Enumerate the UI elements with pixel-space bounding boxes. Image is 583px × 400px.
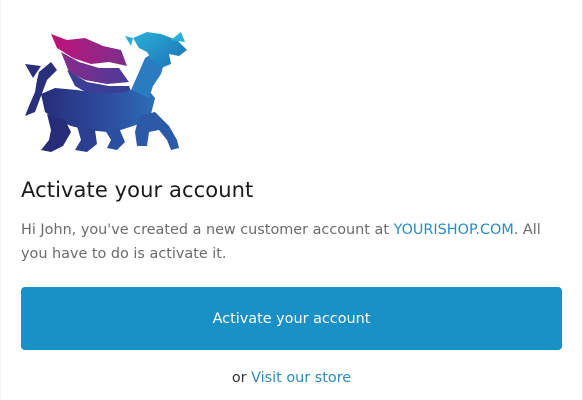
activation-message: Hi John, you've created a new customer a… bbox=[21, 218, 549, 266]
visit-store-link[interactable]: Visit our store bbox=[251, 370, 351, 386]
activate-account-button[interactable]: Activate your account bbox=[21, 287, 562, 350]
footer-links: or Visit our store bbox=[21, 370, 562, 386]
email-card: Activate your account Hi John, you've cr… bbox=[0, 0, 583, 400]
footer-prefix: or bbox=[231, 370, 252, 386]
message-text: Hi John, you've created a new customer a… bbox=[21, 222, 394, 238]
shop-link[interactable]: YOURISHOP.COM bbox=[394, 222, 514, 238]
dragon-logo-icon bbox=[25, 32, 187, 152]
activate-account-button-label: Activate your account bbox=[212, 310, 371, 327]
page-title: Activate your account bbox=[21, 178, 254, 202]
